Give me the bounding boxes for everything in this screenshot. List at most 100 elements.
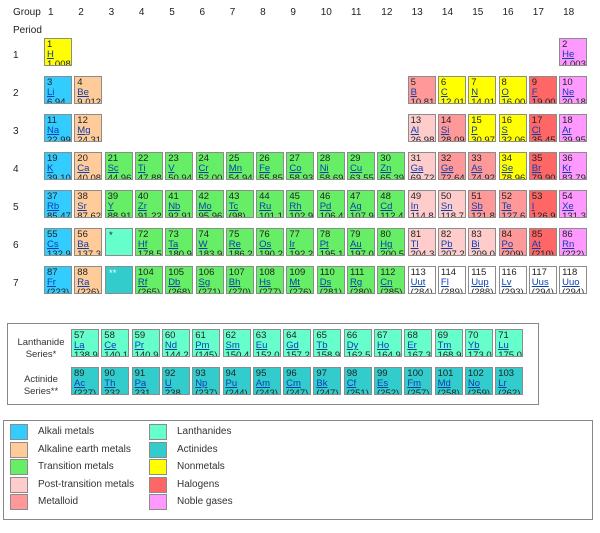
element-cell[interactable]: 50 Sn 118.7	[437, 190, 466, 218]
element-cell[interactable]: 63 Eu 152.0	[252, 329, 281, 357]
element-cell[interactable]: 47 Ag 107.9	[347, 190, 375, 218]
element-cell[interactable]: 48 Cd 112.4	[377, 190, 406, 218]
element-cell[interactable]: 27 Co 58.93	[286, 152, 315, 180]
element-cell[interactable]: 42 Mo 95.96	[195, 190, 224, 218]
element-cell[interactable]: 65 Tb 158.9	[313, 329, 342, 357]
element-cell[interactable]: 114 Fl (289)	[437, 266, 466, 294]
element-cell[interactable]: 18 Ar 39.95	[559, 114, 588, 142]
element-cell[interactable]: 45 Rh 102.9	[286, 190, 315, 218]
element-cell[interactable]: 35 Br 79.90	[528, 152, 557, 180]
element-cell[interactable]: 66 Dy 162.5	[343, 329, 372, 357]
element-cell[interactable]: 40 Zr 91.22	[134, 190, 163, 218]
element-cell[interactable]: 14 Si 28.09	[437, 114, 466, 142]
element-cell[interactable]: 113 Uut (284)	[407, 266, 436, 294]
element-cell[interactable]: 31 Ga 69.72	[407, 152, 436, 180]
element-cell[interactable]: 75 Re 186.2	[225, 228, 254, 256]
element-cell[interactable]: 110 Ds (281)	[316, 266, 345, 294]
element-cell[interactable]: 83 Bi 209.0	[468, 228, 497, 256]
element-cell[interactable]: 116 Lv (293)	[498, 266, 527, 294]
element-cell[interactable]: 34 Se 78.96	[498, 152, 527, 180]
element-cell[interactable]: 41 Nb 92.91	[165, 190, 194, 218]
element-cell[interactable]: 97 Bk (247)	[313, 367, 342, 395]
element-cell[interactable]: 76 Os 190.2	[256, 228, 285, 256]
element-cell[interactable]: 106 Sg (271)	[195, 266, 224, 294]
element-cell[interactable]: 107 Bh (270)	[225, 266, 254, 294]
element-cell[interactable]: 117 Uus (294)	[528, 266, 557, 294]
element-cell[interactable]: 62 Sm 150.4	[222, 329, 251, 357]
element-cell[interactable]: 11 Na 22.99	[44, 114, 72, 142]
element-cell[interactable]: 74 W 183.9	[195, 228, 224, 256]
element-cell[interactable]: 17 Cl 35.45	[528, 114, 557, 142]
element-cell[interactable]: 60 Nd 144.2	[161, 329, 190, 357]
element-cell[interactable]: 5 B 10.81	[407, 76, 436, 104]
element-cell[interactable]: 12 Mg 24.31	[74, 114, 103, 142]
element-cell[interactable]: 98 Cf (251)	[343, 367, 372, 395]
element-cell[interactable]: 7 N 14.01	[468, 76, 497, 104]
element-cell[interactable]: 57 La 138.9	[71, 329, 99, 357]
element-cell[interactable]: 88 Ra (226)	[74, 266, 103, 294]
element-cell[interactable]: 69 Tm 168.9	[434, 329, 463, 357]
element-cell[interactable]: 2 He 4.003	[559, 38, 588, 66]
element-cell[interactable]: 82 Pb 207.2	[437, 228, 466, 256]
element-cell[interactable]: 39 Y 88.91	[104, 190, 133, 218]
element-cell[interactable]: 9 F 19.00	[528, 76, 557, 104]
element-cell[interactable]: 118 Uuo (294)	[559, 266, 588, 294]
element-cell[interactable]: 102 No (259)	[464, 367, 493, 395]
element-cell[interactable]: 19 K 39.10	[44, 152, 72, 180]
element-cell[interactable]: 20 Ca 40.08	[74, 152, 103, 180]
element-cell[interactable]: 79 Au 197.0	[347, 228, 375, 256]
element-cell[interactable]: 89 Ac (227)	[71, 367, 99, 395]
element-cell[interactable]: 55 Cs 132.9	[44, 228, 72, 256]
element-cell[interactable]: 44 Ru 101.1	[256, 190, 285, 218]
element-cell[interactable]: 80 Hg 200.5	[377, 228, 406, 256]
element-cell[interactable]: 23 V 50.94	[165, 152, 194, 180]
element-cell[interactable]: 85 At (210)	[528, 228, 557, 256]
element-cell[interactable]: 81Tl204.38	[407, 228, 436, 256]
element-cell[interactable]: 90 Th 232	[101, 367, 130, 395]
element-cell[interactable]: 93 Np (237)	[192, 367, 221, 395]
element-cell[interactable]: 84 Po (209)	[498, 228, 527, 256]
element-cell[interactable]: 37 Rb 85.47	[44, 190, 72, 218]
element-cell[interactable]: 112 Cn (285)	[377, 266, 406, 294]
element-cell[interactable]: 59 Pr 140.9	[131, 329, 160, 357]
element-cell[interactable]: 100 Fm (257)	[404, 367, 433, 395]
element-cell[interactable]: 99 Es (252)	[374, 367, 402, 395]
element-cell[interactable]: 94 Pu (244)	[222, 367, 251, 395]
element-cell[interactable]: 56 Ba 137.3	[74, 228, 103, 256]
element-cell[interactable]: 24 Cr 52.00	[195, 152, 224, 180]
element-cell[interactable]: 109 Mt (276)	[286, 266, 315, 294]
element-cell[interactable]: 111 Rg (280)	[347, 266, 375, 294]
element-cell[interactable]: 36 Kr 83.79	[559, 152, 588, 180]
element-cell[interactable]: 72 Hf 178.5	[134, 228, 163, 256]
element-cell[interactable]: 52 Te 127.6	[498, 190, 527, 218]
element-cell[interactable]: 51 Sb 121.8	[468, 190, 497, 218]
element-cell[interactable]: 92 U 238	[161, 367, 190, 395]
element-cell[interactable]: 68 Er 167.3	[404, 329, 433, 357]
element-cell[interactable]: 115 Uup (288)	[468, 266, 497, 294]
element-cell[interactable]: 58 Ce 140.1	[101, 329, 130, 357]
element-cell[interactable]: 26 Fe 55.85	[256, 152, 285, 180]
element-cell[interactable]: 103 Lr (262)	[495, 367, 524, 395]
element-cell[interactable]: 38 Sr 87.62	[74, 190, 103, 218]
element-cell[interactable]: 30 Zn 65.39	[377, 152, 406, 180]
element-cell[interactable]: 108 Hs (277)	[256, 266, 285, 294]
element-cell[interactable]: 33 As 74.92	[468, 152, 497, 180]
element-cell[interactable]: 13 Al 26.98	[407, 114, 436, 142]
element-cell[interactable]: 49 In 114.8	[407, 190, 436, 218]
element-cell[interactable]: 1 H 1.008	[44, 38, 72, 66]
element-cell[interactable]: 25 Mn 54.94	[225, 152, 254, 180]
element-cell[interactable]: 87 Fr (223)	[44, 266, 72, 294]
element-cell[interactable]: 61 Pm (145)	[192, 329, 221, 357]
element-cell[interactable]: 43 Tc (98)	[225, 190, 254, 218]
element-cell[interactable]: 32 Ge 72.64	[437, 152, 466, 180]
element-cell[interactable]: 91 Pa 231	[131, 367, 160, 395]
element-cell[interactable]: 10 Ne 20.18	[559, 76, 588, 104]
element-cell[interactable]: 96 Cm (247)	[283, 367, 312, 395]
element-cell[interactable]: 86 Rn (222)	[559, 228, 588, 256]
element-cell[interactable]: 73 Ta 180.9	[165, 228, 194, 256]
element-cell[interactable]: 70 Yb 173.0	[464, 329, 493, 357]
element-cell[interactable]: 53 I 126.9	[528, 190, 557, 218]
element-cell[interactable]: 104 Rf (265)	[134, 266, 163, 294]
element-cell[interactable]: 8 O 16.00	[498, 76, 527, 104]
element-cell[interactable]: 22 Ti 47.88	[134, 152, 163, 180]
